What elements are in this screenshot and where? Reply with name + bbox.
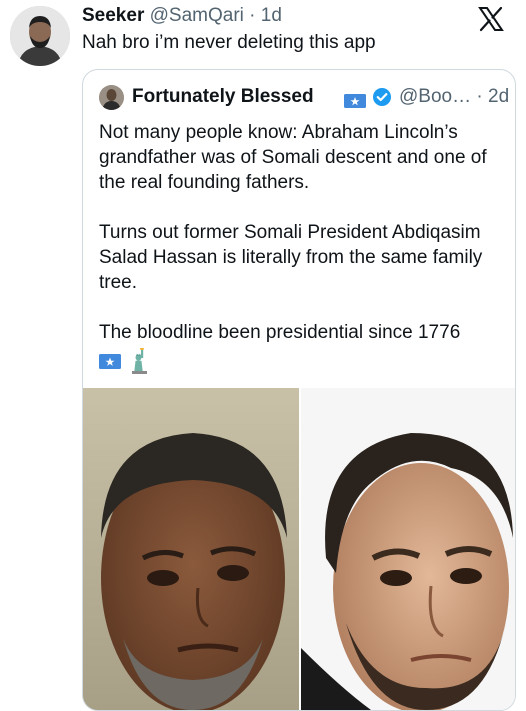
separator-dot: · bbox=[476, 86, 483, 107]
quote-paragraph: Not many people know: Abraham Lincoln’s … bbox=[99, 122, 487, 193]
quote-paragraph: The bloodline been presidential since 17… bbox=[99, 322, 461, 343]
avatar[interactable] bbox=[10, 6, 70, 66]
somalia-flag-icon bbox=[344, 90, 366, 108]
x-logo-icon[interactable] bbox=[478, 6, 504, 32]
author-name[interactable]: Seeker bbox=[82, 5, 144, 26]
media-photo-left[interactable] bbox=[83, 388, 299, 710]
tweet-time[interactable]: 1d bbox=[261, 5, 282, 26]
media-photo-right[interactable] bbox=[301, 388, 515, 710]
statue-of-liberty-icon bbox=[129, 348, 151, 374]
author-handle[interactable]: @SamQari bbox=[150, 5, 244, 26]
somalia-flag-icon bbox=[99, 354, 121, 369]
quote-avatar[interactable] bbox=[99, 85, 124, 110]
quote-text: Not many people know: Abraham Lincoln’s … bbox=[99, 120, 507, 370]
tweet-text: Nah bro i’m never deleting this app bbox=[82, 32, 376, 53]
quoted-tweet-card[interactable]: Fortunately Blessed @Boo… · 2d Not many … bbox=[82, 69, 516, 711]
quote-handle-time: @Boo… · 2d bbox=[399, 84, 509, 110]
quote-author-name[interactable]: Fortunately Blessed bbox=[132, 84, 314, 110]
separator-dot: · bbox=[249, 5, 256, 26]
quote-time[interactable]: 2d bbox=[488, 86, 509, 107]
tweet-header: Seeker @SamQari · 1d bbox=[82, 4, 282, 28]
verified-badge-icon bbox=[372, 87, 392, 107]
quote-paragraph: Turns out former Somali President Abdiqa… bbox=[99, 222, 483, 293]
media-grid bbox=[83, 388, 515, 710]
quote-author-handle[interactable]: @Boo… bbox=[399, 86, 471, 107]
